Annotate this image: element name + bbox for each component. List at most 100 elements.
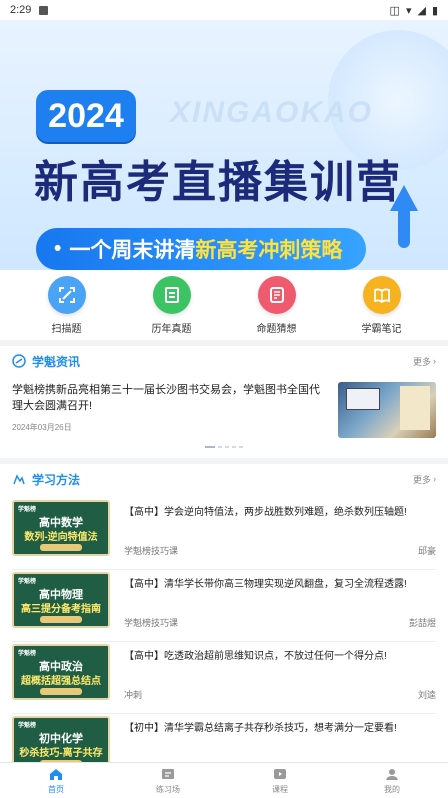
quick-link-label: 扫描题: [51, 323, 82, 335]
news-dot: [218, 446, 222, 448]
method-item[interactable]: 学魁榜 高中物理 高三提分备考指南 【高中】清华学长带你高三物理实现逆风翻盘，复…: [0, 570, 448, 642]
news-dot: [232, 446, 236, 448]
thumbnail-topic: 超概括超强总结点: [21, 676, 101, 687]
banner-headline-part1: 新高考: [34, 158, 172, 207]
thumbnail-logo: 学魁榜: [18, 723, 37, 729]
news-icon: [12, 354, 26, 368]
thumbnail-tag: [40, 616, 82, 623]
tab-label: 首页: [48, 785, 64, 794]
methods-section-title: 学习方法: [32, 472, 81, 487]
guess-icon: [257, 275, 296, 314]
tab-label: 我的: [384, 785, 400, 794]
quick-link-label: 历年真题: [151, 323, 192, 335]
signal-icon: ◢: [417, 4, 426, 17]
quick-link-label: 命题猜想: [256, 323, 297, 335]
thumbnail-logo: 学魁榜: [18, 579, 37, 585]
quick-link-label: 学霸笔记: [361, 323, 402, 335]
news-date: 2024年03月26日: [12, 423, 72, 432]
methods-section: 学习方法 更多 › 学魁榜 高中数学 数列-逆向特值法 【高中】学会逆向特值法，两…: [0, 464, 448, 762]
bullet-icon: •: [54, 237, 62, 260]
method-thumbnail: 学魁榜 高中数学 数列-逆向特值法: [12, 500, 110, 556]
method-icon: [13, 474, 25, 485]
news-section-title: 学魁资讯: [32, 354, 81, 369]
method-title: 【初中】清华学霸总结离子共存秒杀技巧，想考满分一定要看!: [124, 723, 397, 734]
method-teacher: 邱豪: [417, 546, 436, 556]
quick-link-predictions[interactable]: 命题猜想: [237, 275, 317, 335]
method-thumbnail: 学魁榜 初中化学 秒杀技巧-离子共存: [12, 716, 110, 762]
bottom-tab-bar: 首页 练习场 课程 我的: [0, 762, 448, 798]
news-more-link[interactable]: 更多 ›: [413, 355, 436, 368]
arrow-stem: [398, 208, 410, 248]
thumbnail-topic: 秒杀技巧-离子共存: [19, 748, 103, 759]
news-dot: [239, 446, 243, 448]
tab-practice[interactable]: 练习场: [112, 763, 224, 798]
methods-header: 学习方法 更多 ›: [0, 464, 448, 494]
tab-label: 练习场: [156, 785, 180, 794]
battery-icon: ▮: [431, 4, 438, 17]
methods-more-link[interactable]: 更多 ›: [413, 473, 436, 486]
method-title: 【高中】清华学长带你高三物理实现逆风翻盘，复习全流程透露!: [124, 579, 407, 590]
method-thumbnail: 学魁榜 高中政治 超概括超强总结点: [12, 644, 110, 700]
scan-icon: [47, 275, 86, 314]
chevron-right-icon: ›: [433, 474, 436, 484]
news-dot: [225, 446, 229, 448]
thumbnail-screen: [346, 388, 380, 410]
tab-courses[interactable]: 课程: [224, 763, 336, 798]
banner-headline-part2: 直播集训营: [172, 158, 402, 207]
wifi-icon: ▾: [405, 4, 412, 17]
news-title: 学魁榜携新品亮相第三十一届长沙图书交易会，学魁图书全国代理大会圆满召开!: [12, 384, 320, 412]
quick-link-scan[interactable]: 扫描题: [27, 275, 107, 335]
method-teacher: 刘逵: [417, 690, 436, 700]
banner-headline: 新高考直播集训营: [34, 146, 402, 210]
news-dot: [205, 446, 215, 448]
method-author: 学魁榜技巧课: [124, 618, 179, 628]
news-header: 学魁资讯 更多 ›: [0, 346, 448, 376]
status-icons: ◫ ▾ ◢ ▮: [390, 4, 438, 17]
thumbnail-topic: 数列-逆向特值法: [24, 532, 98, 543]
banner-watermark: XINGAOKAO: [170, 96, 374, 129]
quick-link-past-exams[interactable]: 历年真题: [132, 275, 212, 335]
tab-label: 课程: [272, 785, 288, 794]
status-time: 2:29: [10, 4, 32, 16]
promo-banner[interactable]: XINGAOKAO 2024 新高考直播集训营 • 一个周末讲清 新高考冲刺策略: [0, 20, 448, 270]
thumbnail-tag: [40, 688, 82, 695]
news-more-label: 更多: [412, 356, 431, 367]
thumbnail-tag: [40, 544, 82, 551]
tab-profile[interactable]: 我的: [336, 763, 448, 798]
thumbnail-topic: 高三提分备考指南: [21, 604, 101, 615]
method-author: 学魁榜技巧课: [124, 546, 179, 556]
tab-home[interactable]: 首页: [0, 763, 112, 798]
exam-paper-icon: [152, 275, 191, 314]
banner-slogan-accent: 新高考冲刺策略: [195, 239, 343, 262]
banner-slogan: • 一个周末讲清 新高考冲刺策略: [36, 228, 366, 270]
news-pagination: [0, 446, 448, 448]
banner-year: 2024: [36, 90, 136, 142]
course-play-icon: [274, 769, 286, 779]
news-section: 学魁资讯 更多 › 学魁榜携新品亮相第三十一届长沙图书交易会，学魁图书全国代理大会…: [0, 346, 448, 458]
thumbnail-logo: 学魁榜: [18, 507, 37, 513]
banner-slogan-text: 一个周末讲清: [69, 239, 196, 262]
notification-icon: [39, 5, 49, 15]
quick-link-notes[interactable]: 学霸笔记: [342, 275, 422, 335]
thumbnail-logo: 学魁榜: [18, 651, 37, 657]
thumbnail-board: [400, 386, 430, 430]
quick-links: 扫描题 历年真题 命题猜想 学霸笔记: [0, 270, 448, 340]
method-thumbnail: 学魁榜 高中物理 高三提分备考指南: [12, 572, 110, 628]
chevron-right-icon: ›: [433, 356, 436, 366]
home-icon: [50, 769, 62, 780]
vibrate-icon: ◫: [389, 4, 400, 17]
method-item[interactable]: 学魁榜 初中化学 秒杀技巧-离子共存 【初中】清华学霸总结离子共存秒杀技巧，想考…: [0, 714, 448, 762]
methods-more-label: 更多: [412, 474, 431, 485]
news-item[interactable]: 学魁榜携新品亮相第三十一届长沙图书交易会，学魁图书全国代理大会圆满召开! 202…: [12, 382, 330, 433]
practice-icon: [162, 769, 174, 779]
method-teacher: 彭喆煜: [408, 618, 436, 628]
profile-icon: [386, 769, 398, 780]
method-item[interactable]: 学魁榜 高中政治 超概括超强总结点 【高中】吃透政治超前思维知识点，不放过任何一…: [0, 642, 448, 714]
method-author: 冲刺: [124, 690, 143, 700]
news-thumbnail[interactable]: [338, 382, 436, 438]
notebook-icon: [362, 275, 401, 314]
status-bar: 2:29 ◫ ▾ ◢ ▮: [0, 0, 448, 20]
method-title: 【高中】吃透政治超前思维知识点，不放过任何一个得分点!: [124, 651, 387, 662]
method-title: 【高中】学会逆向特值法，两步战胜数列难题，绝杀数列压轴题!: [124, 507, 407, 518]
method-item[interactable]: 学魁榜 高中数学 数列-逆向特值法 【高中】学会逆向特值法，两步战胜数列难题，绝…: [0, 498, 448, 570]
